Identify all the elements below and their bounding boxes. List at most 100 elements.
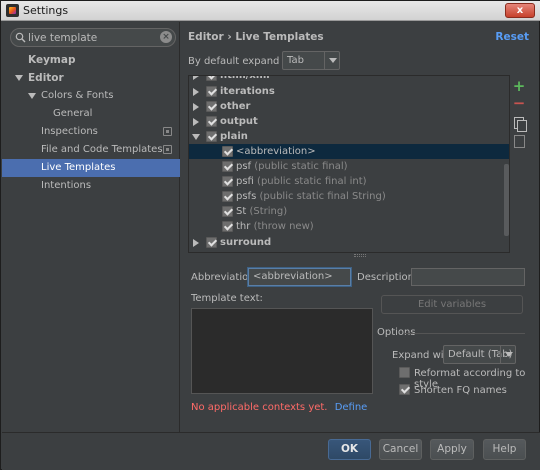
project-settings-icon	[163, 145, 172, 154]
template-checkbox[interactable]	[222, 221, 233, 232]
template-description: (String)	[249, 206, 288, 217]
sidebar-item-file-code-templates[interactable]: File and Code Templates	[2, 141, 180, 159]
sidebar-item-live-templates[interactable]: Live Templates	[2, 159, 180, 177]
search-icon	[15, 32, 26, 43]
contexts-error: No applicable contexts yet. Define	[191, 402, 367, 413]
template-description: (public static final String)	[259, 191, 386, 202]
dialog-footer: OK Cancel Apply Help	[2, 432, 540, 470]
template-group-iterations[interactable]: iterations	[189, 84, 509, 99]
search-input[interactable]	[28, 30, 158, 45]
template-item-psf[interactable]: psf (public static final)	[189, 159, 509, 174]
template-abbreviation: St	[236, 206, 247, 217]
clear-search-icon[interactable]: ×	[160, 31, 172, 43]
template-checkbox[interactable]	[222, 206, 233, 217]
template-checkbox[interactable]	[222, 146, 233, 157]
sidebar-item-keymap[interactable]: Keymap	[2, 51, 180, 69]
help-button[interactable]: Help	[483, 439, 526, 460]
sidebar-item-colors-fonts[interactable]: Colors & Fonts	[2, 87, 180, 105]
expand-arrow-icon[interactable]	[193, 103, 199, 111]
template-group-icon[interactable]	[512, 134, 526, 148]
sidebar-item-label: Editor	[28, 72, 64, 84]
template-text-area[interactable]	[191, 308, 373, 394]
template-item-psfi[interactable]: psfi (public static final int)	[189, 174, 509, 189]
sidebar-item-general[interactable]: General	[2, 105, 180, 123]
sidebar-item-inspections[interactable]: Inspections	[2, 123, 180, 141]
add-template-icon[interactable]: +	[512, 79, 526, 94]
template-item-abbreviation[interactable]: <abbreviation>	[189, 144, 509, 159]
template-group-surround[interactable]: surround	[189, 235, 509, 250]
template-text: psf (public static final)	[236, 159, 348, 174]
group-checkbox[interactable]	[206, 116, 217, 127]
template-group-output[interactable]: output	[189, 114, 509, 129]
template-group-other[interactable]: other	[189, 99, 509, 114]
sidebar-item-label: Inspections	[41, 126, 98, 137]
reformat-checkbox[interactable]	[399, 367, 410, 378]
sidebar-item-intentions[interactable]: Intentions	[2, 177, 180, 195]
default-expand-select[interactable]: Tab	[282, 51, 340, 70]
template-checkbox[interactable]	[222, 191, 233, 202]
ok-button[interactable]: OK	[328, 439, 371, 460]
expand-arrow-icon[interactable]	[193, 118, 199, 126]
settings-search-box[interactable]: ×	[10, 28, 176, 47]
define-link[interactable]: Define	[335, 402, 368, 413]
copy-template-icon[interactable]	[512, 116, 527, 132]
template-text: thr (throw new)	[236, 219, 314, 234]
chevron-down-icon	[500, 346, 515, 363]
description-field[interactable]	[411, 268, 525, 286]
splitter-handle[interactable]	[354, 254, 366, 257]
apply-button[interactable]: Apply	[430, 439, 474, 460]
sidebar-item-label: Intentions	[41, 180, 92, 191]
expand-arrow-icon[interactable]	[193, 76, 199, 80]
abbreviation-field[interactable]: <abbreviation>	[248, 268, 351, 286]
template-text: psfi (public static final int)	[236, 174, 367, 189]
window-close-button[interactable]: x	[505, 3, 535, 18]
expand-arrow-icon[interactable]	[193, 88, 199, 96]
expand-arrow-icon[interactable]	[28, 93, 36, 99]
description-label: Description:	[357, 272, 418, 283]
expand-arrow-icon[interactable]	[193, 239, 199, 247]
templates-tree: html/xml iterations other output plain <…	[188, 75, 510, 253]
remove-template-icon[interactable]: −	[512, 96, 526, 111]
sidebar-item-editor[interactable]: Editor	[2, 69, 180, 87]
group-checkbox[interactable]	[206, 86, 217, 97]
template-item-thr[interactable]: thr (throw new)	[189, 219, 509, 234]
group-checkbox[interactable]	[206, 131, 217, 142]
app-icon	[6, 4, 19, 17]
group-label: output	[220, 116, 258, 127]
shorten-fq-label: Shorten FQ names	[414, 385, 507, 396]
template-abbreviation: <abbreviation>	[236, 146, 316, 157]
expand-with-select[interactable]: Default (Tab)	[443, 345, 516, 364]
template-text: St (String)	[236, 204, 287, 219]
template-abbreviation: thr	[236, 221, 251, 232]
project-settings-icon	[163, 127, 172, 136]
title-bar: Settings x	[1, 1, 540, 21]
group-label: plain	[220, 131, 248, 142]
template-checkbox[interactable]	[222, 176, 233, 187]
window-title: Settings	[23, 4, 69, 17]
collapse-arrow-icon[interactable]	[192, 134, 200, 140]
options-separator	[405, 333, 525, 334]
cancel-button[interactable]: Cancel	[379, 439, 422, 460]
sidebar-item-label: General	[53, 108, 93, 119]
template-group-plain[interactable]: plain	[189, 129, 509, 144]
expand-arrow-icon[interactable]	[15, 75, 23, 81]
group-label: html/xml	[220, 75, 270, 81]
template-checkbox[interactable]	[222, 161, 233, 172]
template-abbreviation: psfi	[236, 176, 254, 187]
group-label: surround	[220, 237, 272, 248]
template-text-label: Template text:	[191, 293, 263, 304]
edit-variables-button[interactable]: Edit variables	[381, 295, 523, 314]
shorten-fq-checkbox[interactable]	[399, 384, 410, 395]
group-checkbox[interactable]	[206, 76, 217, 81]
group-checkbox[interactable]	[206, 237, 217, 248]
template-group-htmlxml[interactable]: html/xml	[189, 75, 509, 83]
reset-link[interactable]: Reset	[495, 31, 529, 43]
group-checkbox[interactable]	[206, 101, 217, 112]
template-item-psfs[interactable]: psfs (public static final String)	[189, 189, 509, 204]
template-item-st[interactable]: St (String)	[189, 204, 509, 219]
breadcrumb: Editor › Live Templates	[188, 31, 324, 43]
vertical-scrollbar[interactable]	[504, 164, 509, 236]
template-abbreviation: psf	[236, 161, 252, 172]
chevron-down-icon	[324, 52, 339, 69]
sidebar-item-label: Colors & Fonts	[41, 90, 114, 101]
